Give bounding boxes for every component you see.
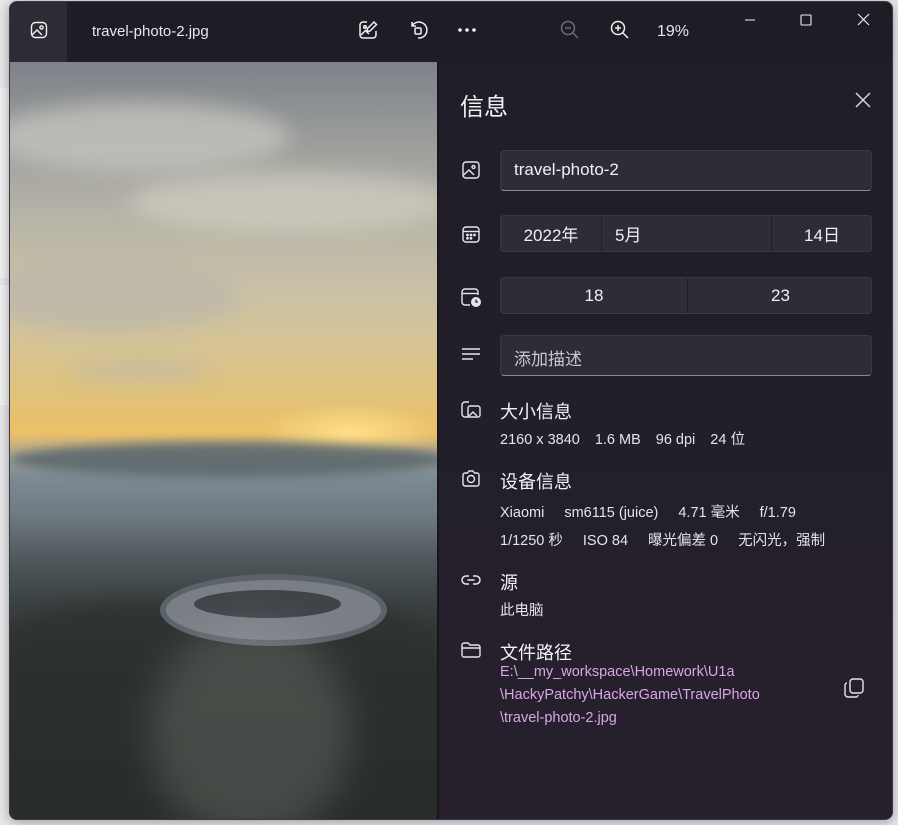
time-hour[interactable]: 18 <box>501 278 687 313</box>
device-info-line-1: Xiaomi sm6115 (juice) 4.71 毫米 f/1.79 <box>500 501 811 522</box>
date-month[interactable]: 5月 <box>602 216 771 251</box>
camera-model: sm6115 (juice) <box>564 505 659 521</box>
camera-icon <box>460 468 482 490</box>
aperture: f/1.79 <box>759 505 796 521</box>
file-size: 1.6 MB <box>594 432 641 448</box>
edit-image-button[interactable] <box>353 17 383 47</box>
date-day[interactable]: 14日 <box>772 216 872 251</box>
file-name-input[interactable]: travel-photo-2 <box>500 150 872 191</box>
file-path-line-1[interactable]: E:\__my_workspace\Homework\U1a <box>500 664 735 680</box>
more-options-button[interactable] <box>452 17 482 47</box>
camera-make: Xiaomi <box>500 505 545 521</box>
info-panel: 信息 travel-photo-2 2022年 5月 14日 18 23 添加描… <box>439 62 892 819</box>
path-section-title: 文件路径 <box>500 643 572 663</box>
close-icon <box>857 13 870 31</box>
calendar-clock-icon <box>460 286 482 308</box>
photos-icon <box>29 20 49 45</box>
rotate-icon <box>407 19 429 46</box>
photo-horizon-clouds <box>10 442 437 477</box>
photo-stadium-inner <box>194 590 341 618</box>
source-value: 此电脑 <box>500 603 544 619</box>
app-icon-tile[interactable] <box>10 2 67 62</box>
time-picker[interactable]: 18 23 <box>500 277 872 314</box>
title-bar: travel-photo-2.jpg 19% <box>10 2 892 62</box>
maximize-button[interactable] <box>778 2 834 42</box>
link-icon <box>460 569 482 591</box>
copy-path-button[interactable] <box>841 677 867 703</box>
photo-cloud <box>70 362 210 380</box>
maximize-icon <box>800 13 812 31</box>
description-placeholder: 添加描述 <box>514 350 582 369</box>
iso: ISO 84 <box>582 533 629 549</box>
info-panel-close-button[interactable] <box>851 90 875 114</box>
zoom-in-button[interactable] <box>605 17 635 47</box>
calendar-icon <box>460 223 482 245</box>
device-section-title: 设备信息 <box>500 472 572 492</box>
zoom-level[interactable]: 19% <box>657 23 689 41</box>
device-info-line-2: 1/1250 秒 ISO 84 曝光偏差 0 无闪光，强制 <box>500 529 840 550</box>
file-path-line-3[interactable]: \travel-photo-2.jpg <box>500 710 617 726</box>
source-section-title: 源 <box>500 573 518 593</box>
exposure-time: 1/1250 秒 <box>500 533 563 549</box>
flash: 无闪光，强制 <box>738 533 826 549</box>
minimize-icon <box>744 13 756 31</box>
folder-icon <box>460 639 482 661</box>
date-picker[interactable]: 2022年 5月 14日 <box>500 215 872 252</box>
focal-length: 4.71 毫米 <box>678 505 740 521</box>
copy-icon <box>843 677 865 704</box>
photos-window: travel-photo-2.jpg 19% 信息 travel-photo-2… <box>9 1 893 820</box>
image-icon <box>460 159 482 181</box>
file-name-value: travel-photo-2 <box>514 160 619 179</box>
image-dpi: 96 dpi <box>655 432 696 448</box>
zoom-in-icon <box>609 19 631 46</box>
size-section-title: 大小信息 <box>500 402 572 422</box>
image-size-icon <box>460 398 482 420</box>
file-path-line-2[interactable]: \HackyPatchy\HackerGame\TravelPhoto <box>500 687 760 703</box>
edit-image-icon <box>357 19 379 46</box>
rotate-button[interactable] <box>403 17 433 47</box>
minimize-button[interactable] <box>722 2 778 42</box>
date-year[interactable]: 2022年 <box>501 216 601 251</box>
photo-cloud <box>10 102 290 172</box>
time-minute[interactable]: 23 <box>688 278 873 313</box>
size-info-line: 2160 x 3840 1.6 MB 96 dpi 24 位 <box>500 428 760 449</box>
bit-depth: 24 位 <box>710 432 745 448</box>
info-panel-title: 信息 <box>460 94 508 121</box>
photo-viewer[interactable] <box>10 62 437 819</box>
description-input[interactable]: 添加描述 <box>500 335 872 376</box>
close-icon <box>855 91 871 113</box>
description-icon <box>460 343 482 365</box>
photo-cloud <box>10 262 240 332</box>
image-dimensions: 2160 x 3840 <box>500 432 580 448</box>
window-title: travel-photo-2.jpg <box>92 23 209 40</box>
zoom-out-icon <box>559 19 581 46</box>
window-close-button[interactable] <box>835 2 891 42</box>
exposure-bias: 曝光偏差 0 <box>648 533 719 549</box>
more-icon <box>456 19 478 46</box>
zoom-out-button[interactable] <box>555 17 585 47</box>
photo-cloud <box>130 172 437 232</box>
